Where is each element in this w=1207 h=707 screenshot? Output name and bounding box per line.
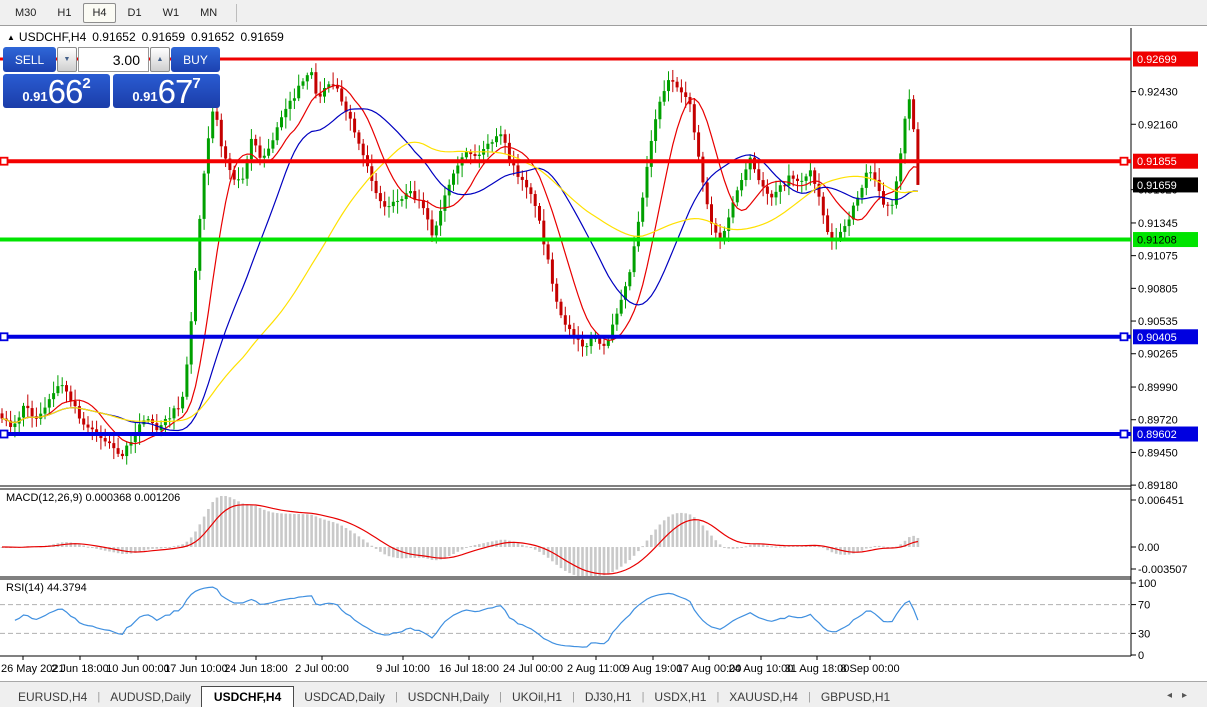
tab-eurusd-h4[interactable]: EURUSD,H4	[8, 686, 97, 707]
tab-scroll-right-icon[interactable]: ▸	[1182, 690, 1197, 701]
time-axis-label: 2 Aug 11:00	[567, 663, 625, 675]
tab-ukoil-h1[interactable]: UKOil,H1	[502, 686, 572, 707]
bid-big-digits: 66	[48, 77, 83, 108]
ohlc-high: 0.91659	[142, 30, 185, 44]
chart-header: ▲ USDCHF,H4 0.91652 0.91659 0.91652 0.91659	[7, 30, 290, 44]
ohlc-open: 0.91652	[92, 30, 135, 44]
price-tick-label: 0.90535	[1138, 316, 1178, 328]
tab-dj30-h1[interactable]: DJ30,H1	[575, 686, 642, 707]
buy-button[interactable]: BUY	[171, 47, 220, 72]
time-axis-label: 24 Jun 18:00	[224, 663, 288, 675]
price-line-label-text: 0.91659	[1137, 180, 1177, 192]
macd-axis-label: 0.006451	[1138, 495, 1184, 507]
spinner-down-icon: ▼	[64, 56, 71, 63]
ask-big-digits: 67	[158, 77, 193, 108]
volume-decrease-button[interactable]: ▼	[57, 47, 77, 72]
timeframe-h4[interactable]: H4	[83, 3, 115, 23]
panel-collapse-icon[interactable]: ▲	[7, 33, 15, 42]
macd-axis-label: 0.00	[1138, 542, 1159, 554]
ask-prefix: 0.91	[132, 89, 157, 108]
one-click-trade-panel: SELL ▼ ▲ BUY 0.91 66 2 0.91 67 7	[3, 47, 220, 108]
timeframe-m30[interactable]: M30	[6, 3, 45, 23]
volume-increase-button[interactable]: ▲	[150, 47, 170, 72]
symbol-label: USDCHF,H4	[19, 30, 86, 44]
ask-pipette: 7	[192, 75, 200, 108]
tab-gbpusd-h1[interactable]: GBPUSD,H1	[811, 686, 900, 707]
sell-button[interactable]: SELL	[3, 47, 56, 72]
bid-quote-button[interactable]: 0.91 66 2	[3, 74, 110, 108]
timeframe-mn[interactable]: MN	[191, 3, 226, 23]
rsi-line	[15, 587, 918, 647]
rsi-axis-label: 30	[1138, 628, 1150, 640]
hline-handle[interactable]	[1121, 158, 1128, 165]
timeframe-d1[interactable]: D1	[119, 3, 151, 23]
time-axis-label: 17 Jun 10:00	[164, 663, 228, 675]
spinner-up-icon: ▲	[157, 56, 164, 63]
price-tick-label: 0.89450	[1138, 447, 1178, 459]
time-axis-label: 2 Jun 18:00	[51, 663, 109, 675]
hline-handle[interactable]	[1121, 333, 1128, 340]
tab-scroll-left-icon[interactable]: ◂	[1167, 690, 1182, 701]
price-tick-label: 0.90805	[1138, 283, 1178, 295]
tab-usdcnh-daily[interactable]: USDCNH,Daily	[398, 686, 499, 707]
tab-usdx-h1[interactable]: USDX,H1	[644, 686, 716, 707]
price-line-label-text: 0.91208	[1137, 235, 1177, 247]
time-axis-label: 16 Jul 18:00	[439, 663, 499, 675]
macd-pane-label: MACD(12,26,9) 0.000368 0.001206	[6, 492, 180, 504]
hline-handle[interactable]	[1121, 431, 1128, 438]
rsi-axis-label: 100	[1138, 578, 1156, 590]
price-line-label-text: 0.89602	[1137, 429, 1177, 441]
tab-xauusd-h4[interactable]: XAUUSD,H4	[719, 686, 808, 707]
ma-fast-line	[2, 85, 918, 444]
hline-handle[interactable]	[1, 158, 8, 165]
time-axis-label: 24 Jul 00:00	[503, 663, 563, 675]
price-tick-label: 0.91075	[1138, 251, 1178, 263]
price-tick-label: 0.89720	[1138, 415, 1178, 427]
timeframe-w1[interactable]: W1	[154, 3, 189, 23]
volume-input[interactable]	[78, 47, 149, 72]
ohlc-low: 0.91652	[191, 30, 234, 44]
price-line-label-text: 0.92699	[1137, 54, 1177, 66]
bid-pipette: 2	[82, 75, 90, 108]
rsi-pane-label: RSI(14) 44.3794	[6, 582, 87, 594]
price-tick-label: 0.92160	[1138, 119, 1178, 131]
timeframe-h1[interactable]: H1	[48, 3, 80, 23]
bid-prefix: 0.91	[22, 89, 47, 108]
time-axis-label: 2 Jul 00:00	[295, 663, 349, 675]
hline-handle[interactable]	[1, 431, 8, 438]
timeframe-toolbar: M30H1H4D1W1MN	[0, 0, 1207, 26]
hline-handle[interactable]	[1, 333, 8, 340]
time-axis-label: 9 Jul 10:00	[376, 663, 430, 675]
macd-axis-label: -0.003507	[1138, 564, 1188, 576]
price-tick-label: 0.92430	[1138, 87, 1178, 99]
macd-signal-line	[2, 505, 918, 574]
rsi-axis-label: 70	[1138, 600, 1150, 612]
candles	[1, 63, 920, 464]
price-tick-label: 0.91345	[1138, 218, 1178, 230]
macd-histogram	[1, 496, 919, 578]
tab-scroll-arrows: ◂▸	[1167, 690, 1197, 701]
ma-mid-line	[2, 109, 918, 431]
symbol-tab-bar: EURUSD,H4|AUDUSD,DailyUSDCHF,H4USDCAD,Da…	[0, 686, 1207, 707]
time-axis-label: 10 Jun 00:00	[106, 663, 170, 675]
tab-audusd-daily[interactable]: AUDUSD,Daily	[100, 686, 201, 707]
price-tick-label: 0.89990	[1138, 382, 1178, 394]
toolbar-separator	[236, 4, 237, 22]
ask-quote-button[interactable]: 0.91 67 7	[113, 74, 220, 108]
time-axis-label: 8 Sep 00:00	[840, 663, 899, 675]
tab-usdcad-daily[interactable]: USDCAD,Daily	[294, 686, 395, 707]
price-line-label-text: 0.90405	[1137, 332, 1177, 344]
price-tick-label: 0.89180	[1138, 480, 1178, 492]
tab-usdchf-h4[interactable]: USDCHF,H4	[201, 686, 294, 707]
price-line-label-text: 0.91855	[1137, 156, 1177, 168]
price-tick-label: 0.90265	[1138, 349, 1178, 361]
time-axis-label: 9 Aug 19:00	[624, 663, 683, 675]
ohlc-close: 0.91659	[240, 30, 283, 44]
rsi-axis-label: 0	[1138, 650, 1144, 662]
